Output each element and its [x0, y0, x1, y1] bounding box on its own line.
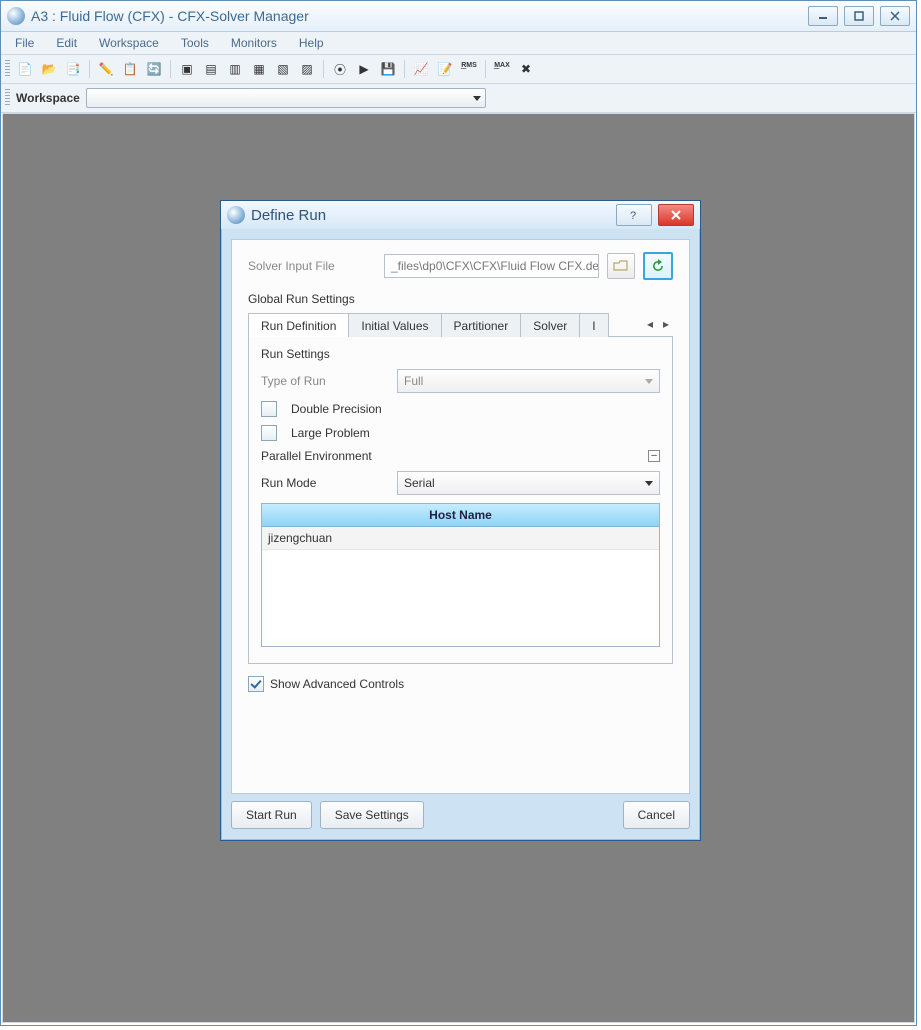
edit-icon[interactable]: ✏️ [95, 58, 117, 80]
dialog-footer: Start Run Save Settings Cancel [231, 800, 690, 830]
run-mode-select[interactable]: Serial [397, 471, 660, 495]
type-of-run-label: Type of Run [261, 374, 389, 388]
browse-button[interactable] [607, 253, 635, 279]
layout2-icon[interactable]: ▤ [200, 58, 222, 80]
toolbar-separator [170, 60, 171, 78]
tab-partitioner[interactable]: Partitioner [441, 313, 522, 337]
docs-icon[interactable]: 📑 [62, 58, 84, 80]
collapse-toggle[interactable]: ‒ [648, 450, 660, 462]
dialog-title: Define Run [251, 207, 326, 224]
reload-icon [651, 259, 665, 273]
menubar: File Edit Workspace Tools Monitors Help [1, 32, 916, 55]
workspace-bar: Workspace [1, 84, 916, 113]
large-problem-checkbox[interactable] [261, 425, 277, 441]
chevron-down-icon [473, 96, 481, 101]
dialog-titlebar: Define Run ? [221, 201, 700, 229]
open-icon[interactable]: 📂 [38, 58, 60, 80]
menu-monitors[interactable]: Monitors [225, 34, 283, 52]
chart1-icon[interactable]: 📈 [410, 58, 432, 80]
menu-workspace[interactable]: Workspace [93, 34, 165, 52]
show-advanced-label: Show Advanced Controls [270, 677, 404, 691]
max-icon[interactable]: MAX‾‾ [491, 58, 513, 80]
wsbar-grip [5, 89, 10, 107]
save-icon[interactable]: 💾 [377, 58, 399, 80]
chevron-down-icon [645, 481, 653, 486]
large-problem-label: Large Problem [291, 426, 370, 440]
toolbar-grip [5, 60, 10, 78]
host-grid: Host Name jizengchuan [261, 503, 660, 647]
toolbar-separator [404, 60, 405, 78]
host-header: Host Name [262, 504, 659, 527]
tab-solver[interactable]: Solver [520, 313, 580, 337]
grid-empty-area [262, 550, 659, 646]
save-settings-button[interactable]: Save Settings [320, 801, 424, 829]
define-run-dialog: Define Run ? Solver Input File _files\dp… [220, 200, 701, 841]
cancel-button[interactable]: Cancel [623, 801, 690, 829]
close-window-button[interactable] [880, 6, 910, 26]
solver-input-field[interactable]: _files\dp0\CFX\CFX\Fluid Flow CFX.def [384, 254, 599, 278]
close-icon[interactable]: ✖ [515, 58, 537, 80]
help-button[interactable]: ? [616, 204, 652, 226]
paste-icon[interactable]: 📋 [119, 58, 141, 80]
tab-initial-values[interactable]: Initial Values [348, 313, 441, 337]
tab-scroll-left[interactable]: ◂ [643, 314, 657, 334]
menu-file[interactable]: File [9, 34, 40, 52]
app-icon [7, 7, 25, 25]
chart2-icon[interactable]: 📝 [434, 58, 456, 80]
tabs: Run Definition Initial Values Partitione… [248, 312, 673, 337]
workspace-combo[interactable] [86, 88, 486, 108]
toolbar-separator [323, 60, 324, 78]
maximize-button[interactable] [844, 6, 874, 26]
menu-tools[interactable]: Tools [175, 34, 215, 52]
minimize-button[interactable] [808, 6, 838, 26]
menu-help[interactable]: Help [293, 34, 330, 52]
layout6-icon[interactable]: ▨ [296, 58, 318, 80]
svg-text:?: ? [630, 210, 636, 221]
workspace-label: Workspace [16, 91, 80, 105]
stop-icon[interactable]: ⦿ [329, 58, 351, 80]
rms-icon[interactable]: RMS‾‾ [458, 58, 480, 80]
toolbar: 📄📂📑 ✏️📋🔄 ▣▤▥▦▧▨ ⦿▶💾 📈📝RMS‾‾ MAX‾‾✖ [1, 55, 916, 84]
titlebar: A3 : Fluid Flow (CFX) - CFX-Solver Manag… [1, 1, 916, 32]
global-run-settings-label: Global Run Settings [248, 292, 673, 306]
tab-more[interactable]: I [579, 313, 608, 337]
parallel-env-title: Parallel Environment [261, 449, 372, 463]
table-row[interactable]: jizengchuan [262, 527, 659, 550]
layout5-icon[interactable]: ▧ [272, 58, 294, 80]
run-mode-label: Run Mode [261, 476, 389, 490]
tab-pane: Run Settings Type of Run Full Double Pre… [248, 337, 673, 664]
new-icon[interactable]: 📄 [14, 58, 36, 80]
folder-open-icon [613, 259, 629, 273]
menu-edit[interactable]: Edit [50, 34, 83, 52]
reload-def-button[interactable] [643, 252, 673, 280]
run-icon[interactable]: ▶ [353, 58, 375, 80]
show-advanced-checkbox[interactable] [248, 676, 264, 692]
tab-scroll-right[interactable]: ▸ [659, 314, 673, 334]
start-run-button[interactable]: Start Run [231, 801, 312, 829]
double-precision-checkbox[interactable] [261, 401, 277, 417]
solver-input-label: Solver Input File [248, 259, 376, 273]
dialog-icon [227, 206, 245, 224]
window-title: A3 : Fluid Flow (CFX) - CFX-Solver Manag… [31, 8, 309, 24]
double-precision-label: Double Precision [291, 402, 382, 416]
layout1-icon[interactable]: ▣ [176, 58, 198, 80]
tab-run-definition[interactable]: Run Definition [248, 313, 349, 337]
main-window: A3 : Fluid Flow (CFX) - CFX-Solver Manag… [0, 0, 917, 1026]
run-settings-title: Run Settings [261, 347, 660, 361]
layout3-icon[interactable]: ▥ [224, 58, 246, 80]
reload-icon[interactable]: 🔄 [143, 58, 165, 80]
chevron-down-icon [645, 379, 653, 384]
toolbar-separator [89, 60, 90, 78]
layout4-icon[interactable]: ▦ [248, 58, 270, 80]
toolbar-separator [485, 60, 486, 78]
type-of-run-select[interactable]: Full [397, 369, 660, 393]
close-dialog-button[interactable] [658, 204, 694, 226]
dialog-body: Solver Input File _files\dp0\CFX\CFX\Flu… [231, 239, 690, 794]
